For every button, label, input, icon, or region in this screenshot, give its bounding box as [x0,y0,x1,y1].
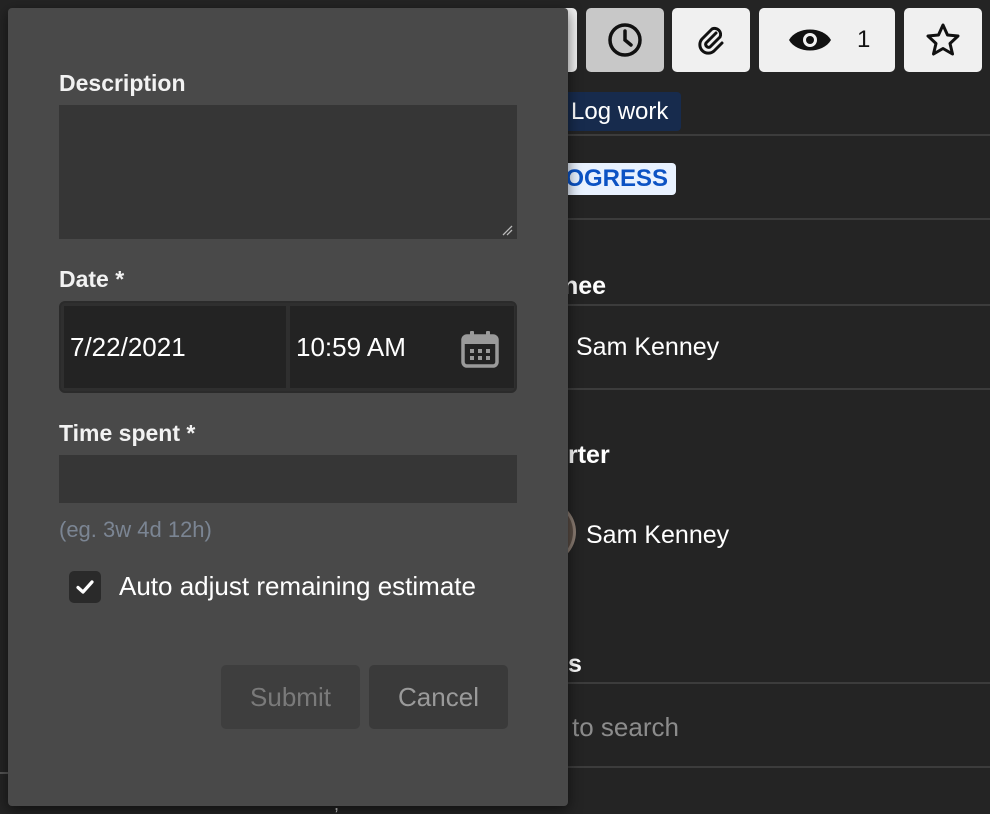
description-label: Description [59,70,186,96]
time-spent-hint: (eg. 3w 4d 12h) [59,517,212,542]
log-work-dialog: Description Date * 7/22/2021 10:59 AM Ti… [8,8,568,806]
description-textarea[interactable] [59,105,517,239]
clock-icon [608,23,642,57]
watch-button[interactable]: 1 [759,8,895,72]
divider [540,766,990,768]
calendar-icon[interactable] [460,329,500,369]
checkmark-icon [76,580,94,594]
labels-heading: s [568,650,582,678]
assignee-name[interactable]: Sam Kenney [576,333,719,362]
date-label: Date * [59,266,125,292]
auto-adjust-label[interactable]: Auto adjust remaining estimate [119,571,476,602]
date-input[interactable]: 7/22/2021 [64,306,286,388]
star-icon [926,23,960,56]
attach-button[interactable] [672,8,750,72]
reporter-heading: rter [568,441,610,469]
eye-icon [789,29,831,51]
reporter-name[interactable]: Sam Kenney [586,521,729,550]
log-work-button[interactable] [586,8,664,72]
assignee-heading: nee [563,272,607,300]
log-work-tooltip: Log work [558,92,682,131]
time-spent-input[interactable] [59,455,517,503]
time-input[interactable]: 10:59 AM [290,306,514,388]
watch-count: 1 [857,26,871,53]
date-value: 7/22/2021 [70,331,186,362]
auto-adjust-checkbox[interactable] [69,571,101,603]
divider [540,304,990,306]
resize-grip-icon[interactable] [501,224,513,236]
date-time-picker: 7/22/2021 10:59 AM [59,301,517,393]
time-spent-label: Time spent * [59,420,196,446]
divider [540,134,990,136]
time-value: 10:59 AM [296,331,406,362]
cancel-button[interactable]: Cancel [369,665,508,729]
divider [540,218,990,220]
divider [540,682,990,684]
labels-search-placeholder[interactable]: to search [572,712,679,743]
submit-button[interactable]: Submit [221,665,360,729]
divider [540,388,990,390]
paperclip-icon [698,26,724,55]
star-button[interactable] [904,8,982,72]
